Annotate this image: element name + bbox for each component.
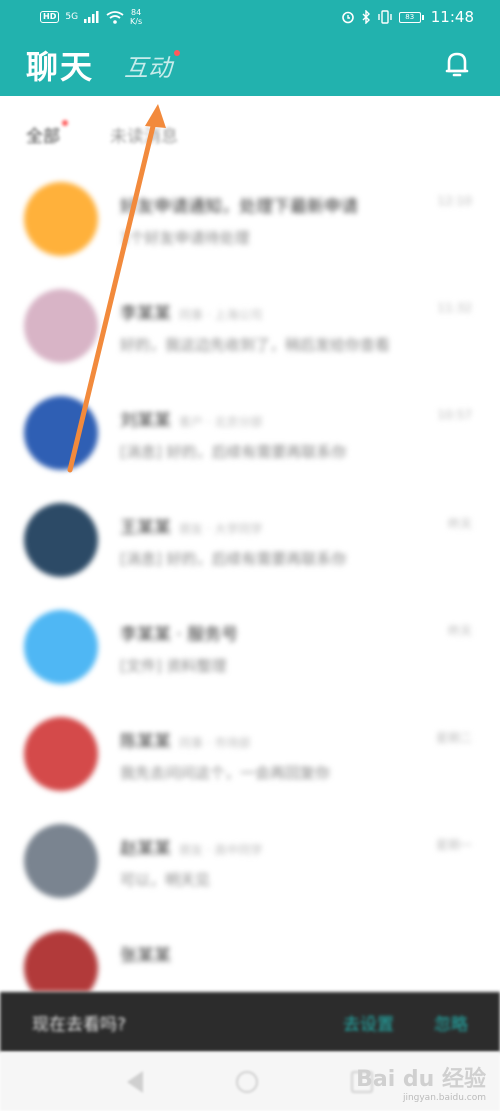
snackbar: 现在去看吗? 去设置 忽略 [0, 992, 500, 1052]
avatar [24, 717, 98, 791]
network-label: 5G [65, 12, 79, 22]
chat-subtitle: 同事 · 上海公司 [179, 308, 263, 322]
chat-time: 星期一 [435, 838, 472, 852]
chat-preview: 可以，明天见 [120, 871, 211, 889]
chat-name-text: 赵某某 [120, 839, 171, 859]
chat-list-item[interactable]: 陈某某 同事 · 市场部我先去问问这个，一会再回复你 星期二 [0, 707, 500, 814]
network-speed: 84 K/s [130, 8, 142, 26]
speed-value: 84 [131, 8, 142, 17]
chat-preview: 我先去问问这个，一会再回复你 [120, 764, 331, 782]
chat-list-item[interactable]: 王某某 朋友 · 大学同学 [消息] 好的，后续有需要再联系你 昨天 [0, 493, 500, 600]
chat-list-item[interactable]: 李某某 同事 · 上海公司好的，我这边先收到了，稍后发给你查看 11:32 [0, 279, 500, 386]
app-header: 聊天 互动 [0, 34, 500, 96]
chat-preview: [消息] 好的，后续有需要再联系你 [120, 443, 347, 461]
avatar [24, 931, 98, 992]
bell-icon[interactable] [444, 50, 470, 78]
alarm-icon [341, 11, 354, 24]
snackbar-settings-button[interactable]: 去设置 [343, 1010, 394, 1035]
chat-name-text: 陈某某 [120, 732, 171, 752]
avatar [24, 824, 98, 898]
tab-interact-label: 互动 [124, 53, 173, 82]
chat-name: 赵某某 朋友 · 高中同学 [120, 834, 262, 859]
signal-icon [84, 11, 99, 23]
speed-unit: K/s [130, 17, 143, 26]
chat-subtitle: 朋友 · 高中同学 [179, 843, 263, 857]
chat-name: 张某某 [120, 941, 179, 966]
clock: 11:48 [430, 8, 474, 26]
status-right: 83 11:48 [341, 8, 474, 26]
filter-unread[interactable]: 未读消息 [110, 122, 178, 147]
hd-badge: HD [40, 11, 60, 23]
watermark-url: jingyan.baidu.com [402, 1093, 486, 1103]
chat-time: 11:32 [437, 301, 472, 315]
chat-time: 昨天 [447, 517, 472, 531]
chat-name: 李某某 · 服务号 [120, 620, 246, 645]
chat-time: 昨天 [447, 624, 472, 638]
chat-time: 星期二 [435, 731, 472, 745]
filter-row: 全部 未读消息 [0, 96, 500, 172]
chat-name-text: 李某某 · 服务号 [120, 625, 239, 645]
chat-name-text: 王某某 [120, 518, 171, 538]
chat-list: 好友申请通知，处理下最新申请 1个好友申请待处理 12:10 李某某 同事 · 上海公司… [0, 172, 500, 992]
watermark: Bai du 经验 jingyan.baidu.com [356, 1061, 486, 1103]
tab-interact[interactable]: 互动 [124, 48, 181, 83]
status-bar: HD 5G 84 K/s 83 11:48 [0, 0, 500, 34]
unread-dot [174, 49, 181, 56]
chat-name-text: 好友申请通知，处理下最新申请 [120, 197, 358, 217]
chat-time: 12:10 [437, 194, 472, 208]
avatar [24, 503, 98, 577]
unread-dot [62, 119, 68, 126]
wifi-icon [106, 10, 124, 24]
chat-name: 王某某 朋友 · 大学同学 [120, 513, 262, 538]
chat-name-text: 李某某 [120, 304, 171, 324]
avatar [24, 289, 98, 363]
avatar [24, 182, 98, 256]
avatar [24, 396, 98, 470]
chat-name-text: 刘某某 [120, 411, 171, 431]
chat-subtitle: 同事 · 市场部 [179, 736, 251, 750]
filter-all-label: 全部 [26, 126, 60, 147]
chat-name: 陈某某 同事 · 市场部 [120, 727, 250, 752]
filter-all[interactable]: 全部 [26, 119, 68, 147]
chat-list-item[interactable]: 好友申请通知，处理下最新申请 1个好友申请待处理 12:10 [0, 172, 500, 279]
chat-subtitle: 客户 · 北京分部 [179, 415, 263, 429]
chat-preview: [消息] 好的，后续有需要再联系你 [120, 550, 347, 568]
bluetooth-icon [362, 10, 370, 24]
chat-subtitle: 朋友 · 大学同学 [179, 522, 263, 536]
chat-name-text: 张某某 [120, 946, 171, 966]
chat-list-item[interactable]: 李某某 · 服务号 [文件] 资料整理 昨天 [0, 600, 500, 707]
chat-list-item[interactable]: 刘某某 客户 · 北京分部 [消息] 好的，后续有需要再联系你 10:57 [0, 386, 500, 493]
status-left: HD 5G 84 K/s [40, 8, 142, 26]
chat-list-item[interactable]: 赵某某 朋友 · 高中同学可以，明天见 星期一 [0, 814, 500, 921]
battery-icon: 83 [398, 11, 424, 23]
chat-preview: [文件] 资料整理 [120, 657, 227, 675]
vibrate-icon [378, 10, 392, 24]
chat-list-item[interactable]: 张某某 [0, 921, 500, 992]
snackbar-text: 现在去看吗? [32, 1014, 127, 1035]
watermark-logo: Bai du 经验 [356, 1067, 486, 1092]
tab-chat[interactable]: 聊天 [26, 42, 94, 88]
chat-name: 好友申请通知，处理下最新申请 [120, 192, 366, 217]
snackbar-ignore-button[interactable]: 忽略 [434, 1010, 468, 1035]
avatar [24, 610, 98, 684]
chat-time: 10:57 [437, 408, 472, 422]
chat-preview: 好的，我这边先收到了，稍后发给你查看 [120, 336, 391, 354]
chat-name: 刘某某 客户 · 北京分部 [120, 406, 262, 431]
chat-preview: 1个好友申请待处理 [120, 229, 250, 247]
home-icon[interactable] [235, 1070, 258, 1093]
back-icon[interactable] [126, 1070, 143, 1093]
chat-name: 李某某 同事 · 上海公司 [120, 299, 262, 324]
